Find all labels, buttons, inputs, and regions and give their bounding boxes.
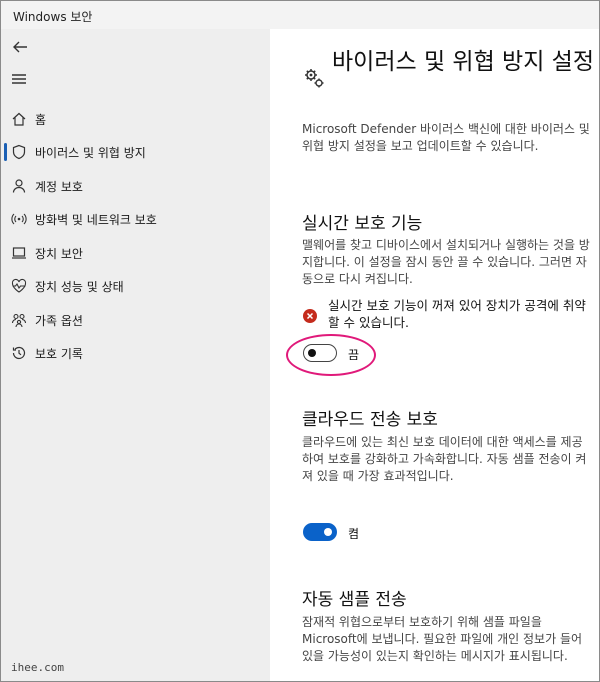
menu-icon[interactable] <box>11 72 27 86</box>
wireless-icon <box>11 213 27 225</box>
sidebar: 홈 바이러스 및 위협 방지 계정 보호 방화벽 및 네트워크 보호 장치 보안… <box>1 29 270 681</box>
section-heading-realtime: 실시간 보호 기능 <box>302 214 423 234</box>
sidebar-item-protection-history[interactable]: 보호 기록 <box>1 337 270 369</box>
cloud-protection-toggle[interactable] <box>303 523 337 541</box>
family-icon <box>11 313 27 328</box>
sidebar-item-label: 바이러스 및 위협 방지 <box>35 146 146 160</box>
sidebar-item-account-protection[interactable]: 계정 보호 <box>1 170 270 202</box>
sidebar-item-device-security[interactable]: 장치 보안 <box>1 237 270 269</box>
section-heading-sample: 자동 샘플 전송 <box>302 590 407 610</box>
back-arrow-icon[interactable] <box>11 38 29 56</box>
page-title: 바이러스 및 위협 방지 설정 <box>332 49 595 75</box>
error-icon <box>303 309 317 323</box>
shield-icon <box>12 144 26 160</box>
sidebar-item-label: 가족 옵션 <box>35 314 83 328</box>
sidebar-item-label: 계정 보호 <box>35 180 83 194</box>
highlight-annotation <box>286 334 376 376</box>
page-description: Microsoft Defender 바이러스 백신에 대한 바이러스 및 위협… <box>302 122 590 153</box>
window-title: Windows 보안 <box>13 10 93 24</box>
realtime-warning: 실시간 보호 기능이 꺼져 있어 장치가 공격에 취약할 수 있습니다. <box>328 298 586 330</box>
sidebar-item-label: 장치 보안 <box>35 247 83 261</box>
section-heading-cloud: 클라우드 전송 보호 <box>302 410 438 430</box>
section-description-sample: 잠재적 위협으로부터 보호하기 위해 샘플 파일을 Microsoft에 보냅니… <box>302 615 583 663</box>
main-content: 바이러스 및 위협 방지 설정 Microsoft Defender 바이러스 … <box>270 29 599 681</box>
sidebar-item-label: 장치 성능 및 상태 <box>35 280 124 294</box>
toggle-knob <box>324 528 332 536</box>
sidebar-item-home[interactable]: 홈 <box>1 103 270 135</box>
cloud-toggle-state: 켬 <box>348 527 360 541</box>
watermark: ihee.com <box>11 661 64 674</box>
section-description-cloud: 클라우드에 있는 최신 보호 데이터에 대한 액세스를 제공하여 보호를 강화하… <box>302 435 587 483</box>
heart-pulse-icon <box>11 278 27 293</box>
active-indicator <box>4 143 7 161</box>
sidebar-item-label: 보호 기록 <box>35 347 83 361</box>
gears-icon <box>305 69 324 88</box>
app-window: Windows 보안 홈 바이러스 및 위협 방지 계정 보호 방화벽 및 네트… <box>0 0 600 682</box>
person-icon <box>12 179 26 193</box>
laptop-icon <box>12 247 26 259</box>
sidebar-item-label: 홈 <box>35 113 47 127</box>
sidebar-item-virus-protection[interactable]: 바이러스 및 위협 방지 <box>1 136 270 168</box>
title-bar: Windows 보안 <box>1 1 599 29</box>
home-icon <box>12 112 26 126</box>
section-description-realtime: 맬웨어를 찾고 디바이스에서 설치되거나 실행하는 것을 방지합니다. 이 설정… <box>302 238 590 286</box>
sidebar-item-family-options[interactable]: 가족 옵션 <box>1 304 270 336</box>
sidebar-item-device-performance[interactable]: 장치 성능 및 상태 <box>1 270 270 302</box>
history-icon <box>12 346 26 360</box>
sidebar-item-firewall[interactable]: 방화벽 및 네트워크 보호 <box>1 203 270 235</box>
sidebar-item-label: 방화벽 및 네트워크 보호 <box>35 213 157 227</box>
